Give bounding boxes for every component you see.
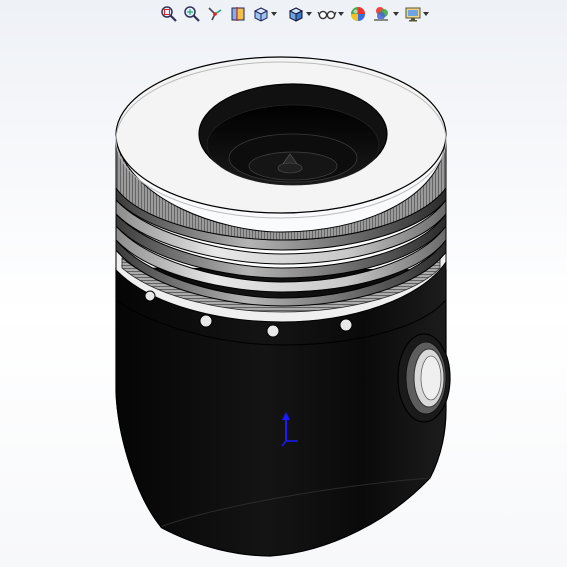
previous-view-button[interactable] [204, 3, 226, 25]
chevron-down-icon[interactable] [393, 11, 399, 17]
view-orientation-icon [253, 7, 269, 22]
glasses-icon [317, 10, 337, 20]
color-ball-icon [351, 7, 365, 21]
section-view-icon [231, 7, 245, 21]
magnifier-fit-icon [161, 6, 177, 22]
display-style-cube-icon [288, 7, 304, 22]
previous-view-icon [208, 7, 222, 21]
edit-appearance-button[interactable] [347, 3, 369, 25]
wrist-pin-boss[interactable] [397, 333, 451, 423]
zoom-to-fit-button[interactable] [158, 3, 180, 25]
view-orientation-button[interactable] [250, 3, 279, 25]
heads-up-view-toolbar [158, 2, 431, 26]
view-settings-button[interactable] [402, 3, 431, 25]
chevron-down-icon[interactable] [271, 11, 277, 17]
chevron-down-icon[interactable] [306, 11, 312, 17]
chevron-down-icon[interactable] [423, 11, 429, 17]
combustion-bowl[interactable] [198, 83, 388, 186]
piston-model[interactable] [0, 0, 567, 567]
graphics-area[interactable] [0, 0, 567, 567]
section-view-button[interactable] [227, 3, 249, 25]
zoom-to-area-button[interactable] [181, 3, 203, 25]
monitor-settings-icon [405, 7, 421, 22]
apply-scene-button[interactable] [370, 3, 401, 25]
display-style-button[interactable] [285, 3, 314, 25]
scene-icon [374, 7, 388, 21]
magnifier-area-icon [184, 6, 200, 22]
hide-show-items-button[interactable] [315, 3, 346, 25]
chevron-down-icon[interactable] [338, 11, 344, 17]
